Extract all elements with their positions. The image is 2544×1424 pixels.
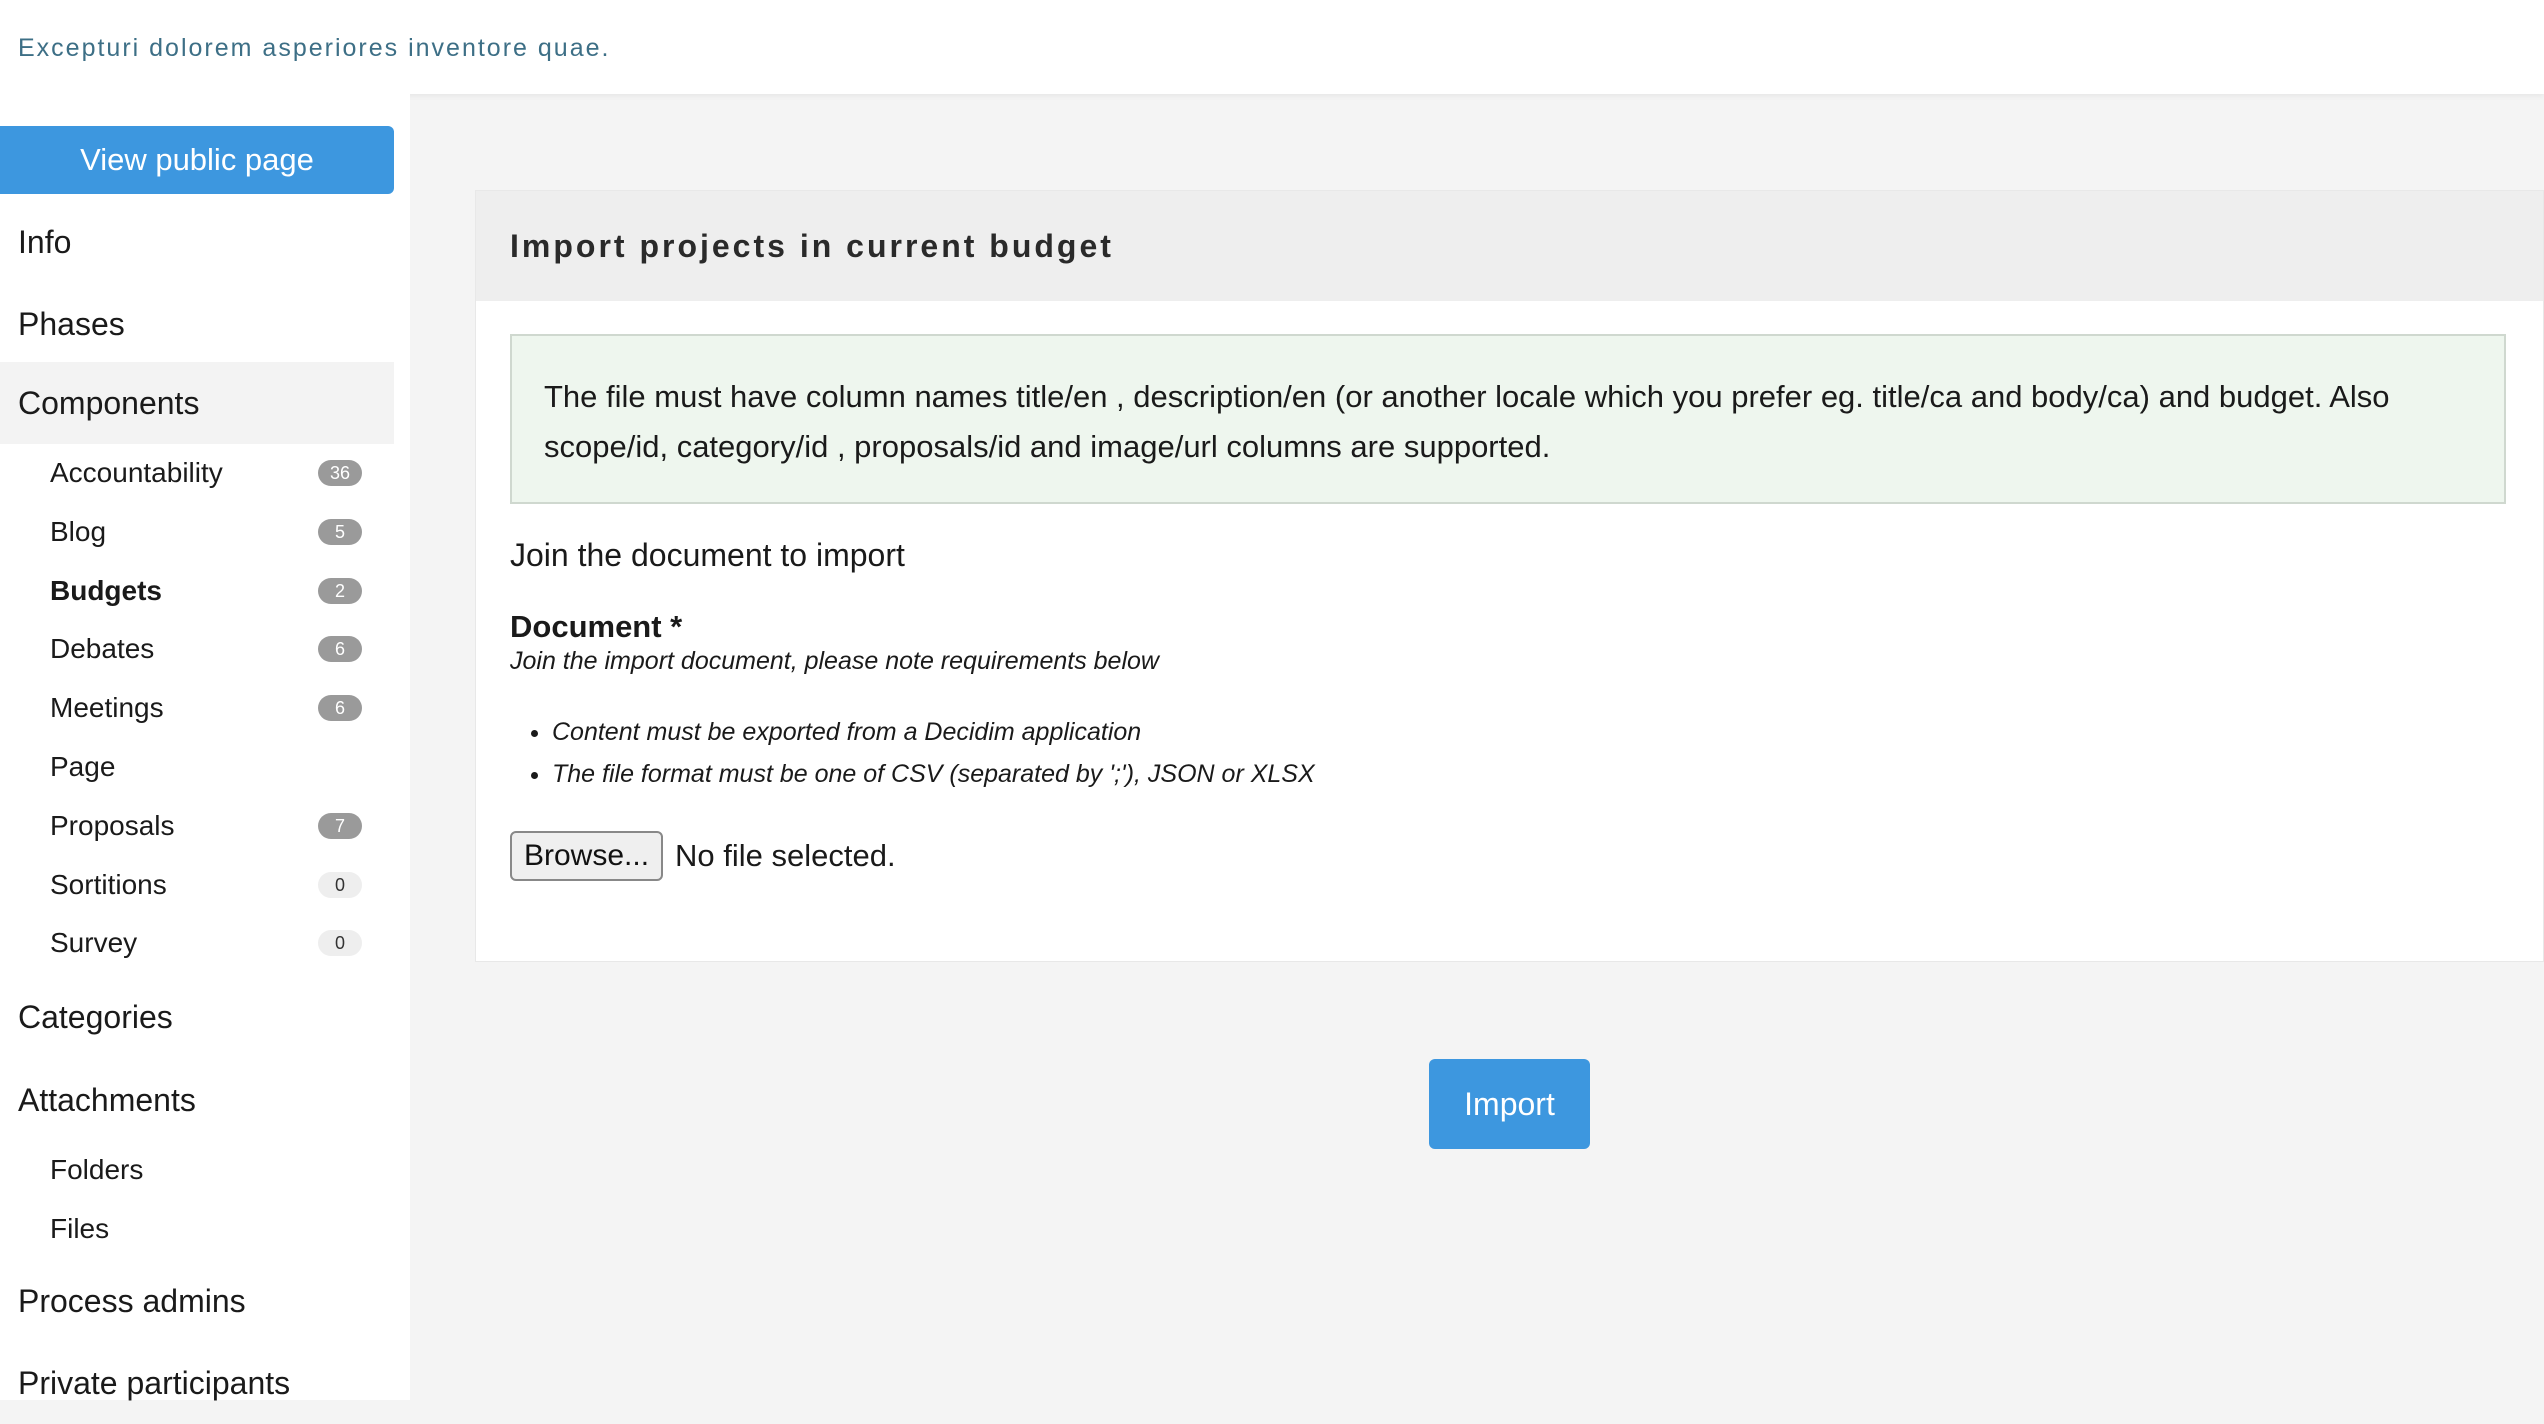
count-badge: 6 (318, 695, 362, 721)
count-badge: 5 (318, 519, 362, 545)
sidebar-item-info[interactable]: Info (0, 201, 394, 283)
sidebar-subitem-label: Survey (50, 927, 138, 958)
sidebar-subitem-label: Folders (50, 1154, 144, 1185)
sidebar-item-phases[interactable]: Phases (0, 283, 394, 365)
sidebar: View public page Info Phases Components … (0, 94, 410, 1401)
sidebar-subitem-label: Accountability (50, 457, 223, 488)
sidebar-subitem-sortitions[interactable]: Sortitions 0 (0, 856, 394, 914)
sidebar-subitem-label: Blog (50, 516, 107, 547)
document-label: Document * (510, 609, 683, 644)
file-status: No file selected. (675, 838, 896, 873)
sidebar-subitem-label: Page (50, 751, 116, 782)
count-badge: 2 (318, 578, 362, 604)
import-card: Import projects in current budget The fi… (475, 190, 2544, 962)
count-badge: 7 (318, 813, 362, 839)
sidebar-subitem-survey[interactable]: Survey 0 (0, 914, 394, 972)
sidebar-subitem-folders[interactable]: Folders (0, 1141, 394, 1199)
sidebar-subitem-proposals[interactable]: Proposals 7 (0, 797, 394, 855)
sidebar-item-components[interactable]: Components (0, 362, 394, 444)
sidebar-subitem-meetings[interactable]: Meetings 6 (0, 679, 394, 737)
sidebar-subitem-budgets[interactable]: Budgets 2 (0, 562, 394, 620)
requirements-callout: The file must have column names title/en… (510, 334, 2506, 504)
sidebar-subitem-files[interactable]: Files (0, 1200, 394, 1258)
sidebar-subitem-label: Proposals (50, 810, 175, 841)
organization-subtitle: Excepturi dolorem asperiores inventore q… (18, 34, 611, 62)
sidebar-subitem-label: Meetings (50, 692, 164, 723)
sidebar-item-private-participants[interactable]: Private participants (0, 1342, 394, 1424)
count-badge: 36 (318, 460, 362, 486)
sidebar-subitem-accountability[interactable]: Accountability 36 (0, 444, 394, 502)
sidebar-item-process-admins[interactable]: Process admins (0, 1260, 394, 1342)
sidebar-subitem-blog[interactable]: Blog 5 (0, 503, 394, 561)
sidebar-item-attachments[interactable]: Attachments (0, 1059, 394, 1141)
browse-button[interactable]: Browse... (510, 831, 664, 881)
document-help-text: Join the import document, please note re… (510, 647, 1159, 675)
count-badge: 6 (318, 636, 362, 662)
requirement-item: The file format must be one of CSV (sepa… (552, 753, 1315, 795)
count-badge: 0 (318, 872, 362, 898)
count-badge: 0 (318, 930, 362, 956)
view-public-page-button[interactable]: View public page (0, 126, 394, 194)
requirement-item: Content must be exported from a Decidim … (552, 711, 1315, 753)
card-title: Import projects in current budget (510, 227, 1114, 264)
sidebar-subitem-label: Debates (50, 633, 155, 664)
sidebar-subitem-label: Budgets (50, 575, 162, 606)
section-label: Join the document to import (510, 537, 905, 573)
sidebar-subitem-label: Files (50, 1213, 110, 1244)
sidebar-subitem-label: Sortitions (50, 869, 167, 900)
file-input: Browse... No file selected. (510, 831, 896, 881)
import-button[interactable]: Import (1429, 1059, 1590, 1149)
sidebar-subitem-page[interactable]: Page (0, 738, 394, 796)
sidebar-item-categories[interactable]: Categories (0, 976, 394, 1058)
card-header: Import projects in current budget (476, 191, 2543, 301)
top-bar: Excepturi dolorem asperiores inventore q… (0, 0, 2544, 94)
requirements-list: Content must be exported from a Decidim … (510, 711, 1315, 795)
sidebar-subitem-debates[interactable]: Debates 6 (0, 620, 394, 678)
